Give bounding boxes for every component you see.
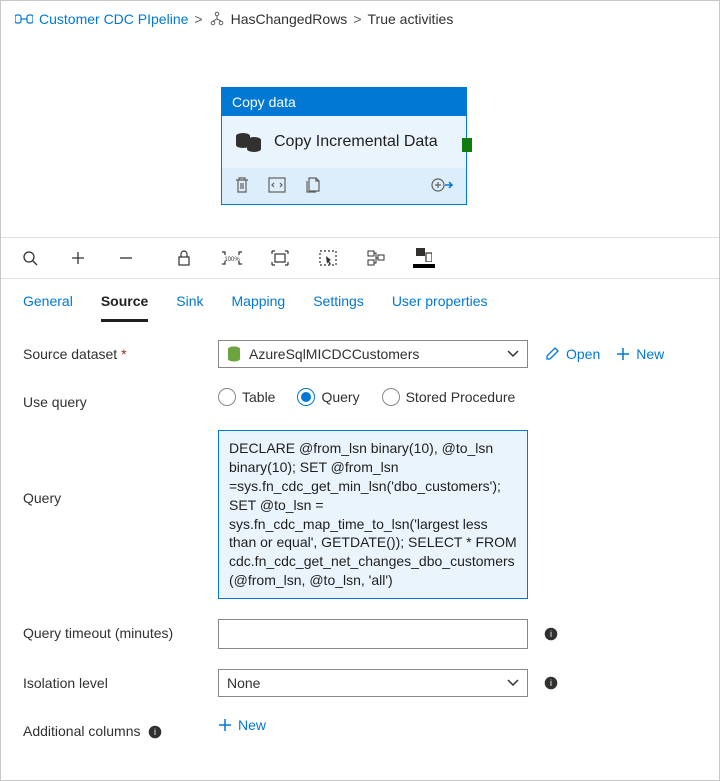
tab-general[interactable]: General xyxy=(23,293,73,322)
svg-text:i: i xyxy=(550,678,552,688)
copy-data-activity[interactable]: Copy data Copy Incremental Data xyxy=(221,87,467,205)
zoom-in-icon[interactable] xyxy=(67,250,89,266)
query-textarea[interactable]: DECLARE @from_lsn binary(10), @to_lsn bi… xyxy=(218,430,528,599)
delete-icon[interactable] xyxy=(234,176,250,194)
query-label: Query xyxy=(23,430,218,506)
new-dataset-button[interactable]: New xyxy=(616,346,664,362)
copy-data-icon xyxy=(234,130,264,154)
activity-name: Copy Incremental Data xyxy=(274,133,438,151)
search-icon[interactable] xyxy=(19,250,41,266)
svg-text:100%: 100% xyxy=(224,257,240,263)
query-timeout-label: Query timeout (minutes) xyxy=(23,619,218,641)
chevron-down-icon xyxy=(507,679,519,687)
add-output-icon[interactable] xyxy=(430,176,454,194)
success-connector[interactable] xyxy=(462,138,472,152)
breadcrumb-leaf: True activities xyxy=(368,11,454,27)
breadcrumb-root[interactable]: Customer CDC PIpeline xyxy=(39,11,188,27)
canvas-toolbar: 100% xyxy=(1,237,719,279)
svg-text:i: i xyxy=(154,727,156,737)
source-dataset-dropdown[interactable]: AzureSqlMICDCCustomers xyxy=(218,340,528,368)
use-query-query-radio[interactable]: Query xyxy=(297,388,359,406)
tab-sink[interactable]: Sink xyxy=(176,293,203,322)
tab-user-properties[interactable]: User properties xyxy=(392,293,488,322)
tab-source[interactable]: Source xyxy=(101,293,148,322)
chevron-down-icon xyxy=(507,350,519,358)
select-icon[interactable] xyxy=(317,250,339,266)
source-dataset-value: AzureSqlMICDCCustomers xyxy=(249,346,419,362)
zoom-100-icon[interactable]: 100% xyxy=(221,251,243,265)
activity-type: Copy data xyxy=(222,88,466,116)
additional-columns-label: Additional columns i xyxy=(23,717,218,739)
clone-icon[interactable] xyxy=(304,176,322,194)
isolation-level-dropdown[interactable]: None xyxy=(218,669,528,697)
breadcrumb-sep2: > xyxy=(353,11,361,27)
open-dataset-button[interactable]: Open xyxy=(544,346,600,362)
svg-text:i: i xyxy=(550,629,552,639)
info-icon[interactable]: i xyxy=(544,676,558,690)
source-dataset-label: Source dataset * xyxy=(23,340,218,362)
tab-mapping[interactable]: Mapping xyxy=(232,293,286,322)
use-query-sproc-radio[interactable]: Stored Procedure xyxy=(382,388,516,406)
auto-align-icon[interactable] xyxy=(365,250,387,266)
info-icon[interactable]: i xyxy=(544,627,558,641)
fit-icon[interactable] xyxy=(269,250,291,266)
lock-icon[interactable] xyxy=(173,250,195,266)
use-query-table-radio[interactable]: Table xyxy=(218,388,275,406)
isolation-level-value: None xyxy=(227,675,260,691)
property-tabs: General Source Sink Mapping Settings Use… xyxy=(1,279,719,322)
pipeline-icon xyxy=(15,12,33,26)
pipeline-canvas[interactable]: Copy data Copy Incremental Data xyxy=(1,37,719,237)
source-form: Source dataset * AzureSqlMICDCCustomers … xyxy=(1,322,719,747)
query-timeout-input[interactable] xyxy=(218,619,528,649)
minimap-icon[interactable] xyxy=(413,248,435,268)
branch-icon xyxy=(209,11,225,27)
tab-settings[interactable]: Settings xyxy=(313,293,364,322)
add-column-button[interactable]: New xyxy=(218,717,266,733)
isolation-level-label: Isolation level xyxy=(23,669,218,691)
use-query-label: Use query xyxy=(23,388,218,410)
zoom-out-icon[interactable] xyxy=(115,250,137,266)
code-icon[interactable] xyxy=(268,176,286,194)
info-icon[interactable]: i xyxy=(148,725,162,739)
breadcrumb-sep: > xyxy=(194,11,202,27)
sql-dataset-icon xyxy=(227,346,241,362)
breadcrumb: Customer CDC PIpeline > HasChangedRows >… xyxy=(1,1,719,37)
breadcrumb-mid: HasChangedRows xyxy=(231,11,348,27)
